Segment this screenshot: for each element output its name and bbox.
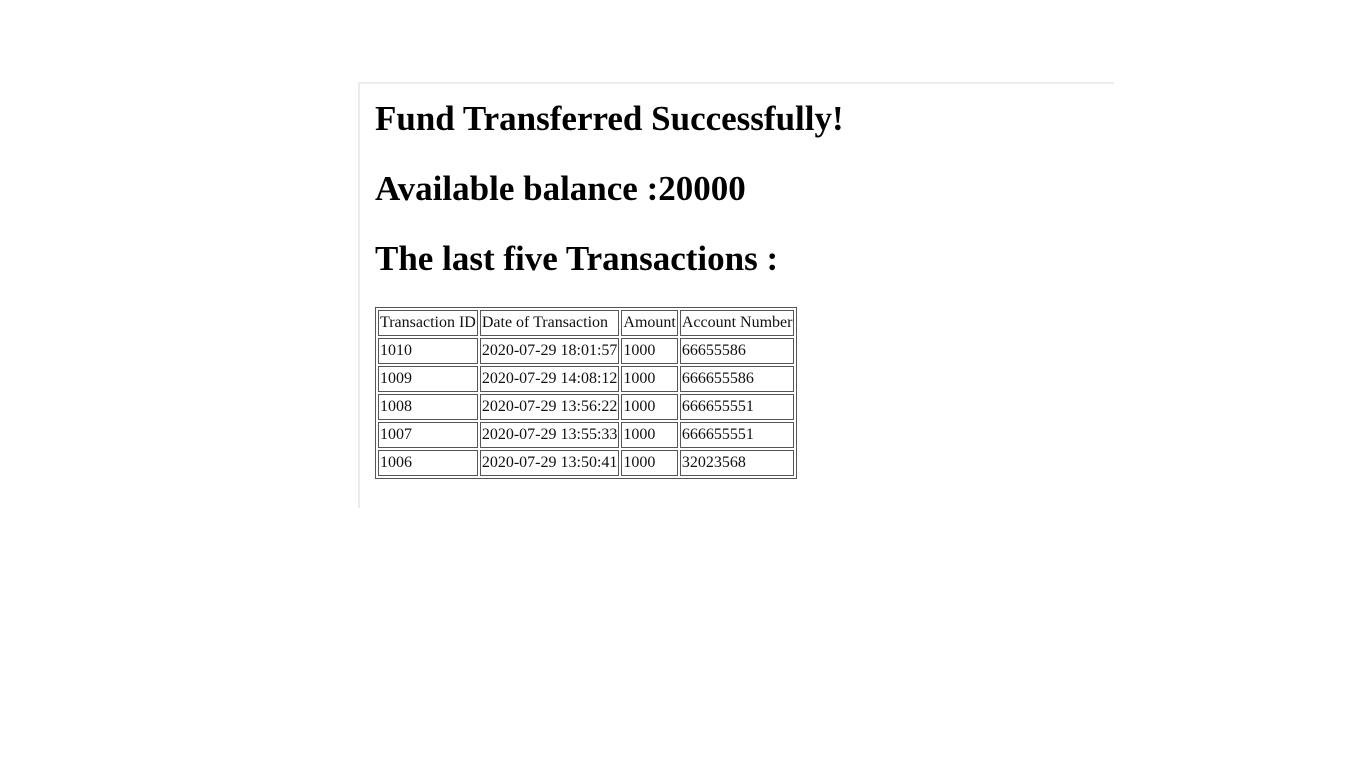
cell-transaction-id: 1009 (378, 366, 478, 392)
transactions-table: Transaction ID Date of Transaction Amoun… (375, 307, 798, 479)
table-row: 1009 2020-07-29 14:08:12 1000 666655586 (378, 366, 795, 392)
header-amount: Amount (621, 310, 678, 336)
table-row: 1007 2020-07-29 13:55:33 1000 666655551 (378, 422, 795, 448)
cell-amount: 1000 (621, 394, 678, 420)
transactions-heading: The last five Transactions : (375, 239, 779, 278)
cell-date: 2020-07-29 18:01:57 (479, 338, 620, 364)
cell-transaction-id: 1006 (378, 450, 478, 476)
cell-amount: 1000 (621, 366, 678, 392)
cell-account-number: 666655551 (679, 422, 795, 448)
cell-account-number: 66655586 (679, 338, 795, 364)
cell-amount: 1000 (621, 338, 678, 364)
cell-account-number: 32023568 (679, 450, 795, 476)
cell-account-number: 666655551 (679, 394, 795, 420)
available-balance: Available balance :20000 (375, 169, 746, 209)
cell-transaction-id: 1008 (378, 394, 478, 420)
header-date-of-transaction: Date of Transaction (479, 310, 620, 336)
cell-transaction-id: 1007 (378, 422, 478, 448)
header-transaction-id: Transaction ID (378, 310, 478, 336)
page-frame: Fund Transferred Successfully! Available… (358, 82, 1114, 508)
cell-date: 2020-07-29 13:50:41 (479, 450, 620, 476)
table-row: 1010 2020-07-29 18:01:57 1000 66655586 (378, 338, 795, 364)
table-row: 1006 2020-07-29 13:50:41 1000 32023568 (378, 450, 795, 476)
cell-amount: 1000 (621, 422, 678, 448)
cell-date: 2020-07-29 13:56:22 (479, 394, 620, 420)
cell-date: 2020-07-29 13:55:33 (479, 422, 620, 448)
cell-amount: 1000 (621, 450, 678, 476)
cell-transaction-id: 1010 (378, 338, 478, 364)
header-account-number: Account Number (679, 310, 795, 336)
page-title: Fund Transferred Successfully! (375, 99, 844, 138)
table-row: 1008 2020-07-29 13:56:22 1000 666655551 (378, 394, 795, 420)
balance-value: 20000 (658, 169, 746, 208)
cell-date: 2020-07-29 14:08:12 (479, 366, 620, 392)
cell-account-number: 666655586 (679, 366, 795, 392)
balance-label: Available balance : (375, 169, 659, 208)
table-header-row: Transaction ID Date of Transaction Amoun… (378, 310, 795, 336)
